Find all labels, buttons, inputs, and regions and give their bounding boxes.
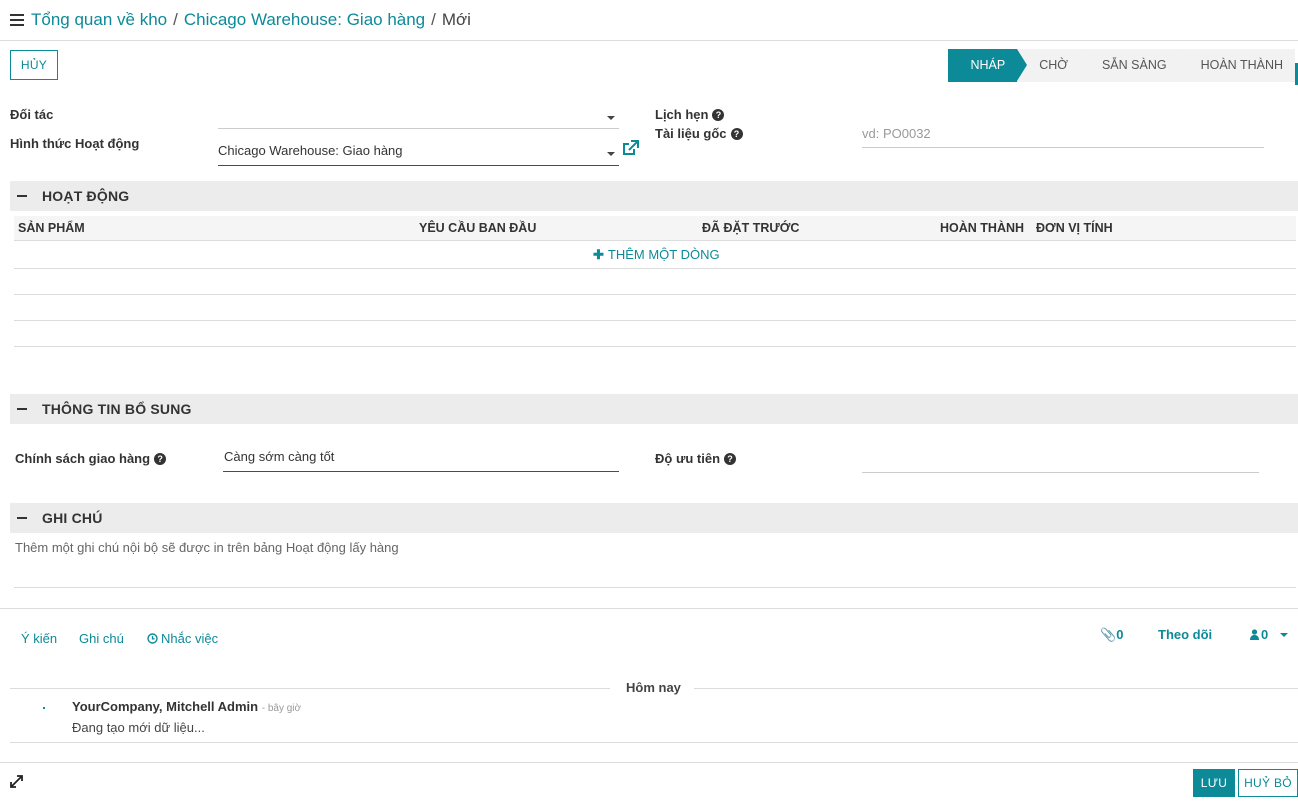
tab-log-note[interactable]: Ghi chú xyxy=(79,631,124,646)
column-reserved[interactable]: ĐÃ ĐẶT TRƯỚC xyxy=(702,216,799,241)
section-notes[interactable]: GHI CHÚ xyxy=(10,503,1298,533)
plus-icon: ✚ xyxy=(593,247,604,262)
table-row xyxy=(14,346,1296,347)
partner-label: Đối tác xyxy=(10,107,54,122)
date-divider-left xyxy=(10,688,610,689)
stage-done[interactable]: HOÀN THÀNH xyxy=(1178,49,1295,82)
column-uom[interactable]: ĐƠN VỊ TÍNH xyxy=(1036,216,1113,241)
message-header: YourCompany, Mitchell Admin - bây giờ xyxy=(72,699,301,714)
followers-button[interactable]: 0 xyxy=(1250,627,1288,642)
avatar[interactable] xyxy=(43,707,45,709)
cancel-transfer-button[interactable]: HỦY xyxy=(10,50,58,80)
partner-field[interactable] xyxy=(218,104,619,129)
save-button[interactable]: LƯU xyxy=(1193,769,1235,797)
source-document-placeholder: vd: PO0032 xyxy=(862,126,931,141)
table-row xyxy=(14,268,1296,269)
column-initial-demand[interactable]: YÊU CẦU BAN ĐẦU xyxy=(419,216,536,241)
section-additional-info[interactable]: THÔNG TIN BỔ SUNG xyxy=(10,394,1298,424)
section-operations-title: HOẠT ĐỘNG xyxy=(42,188,130,204)
external-link-icon[interactable] xyxy=(621,139,640,157)
chevron-down-icon[interactable] xyxy=(607,151,615,156)
source-document-input[interactable]: vd: PO0032 xyxy=(862,126,1264,148)
column-done[interactable]: HOÀN THÀNH xyxy=(940,216,1024,241)
paperclip-icon: 📎 xyxy=(1100,627,1117,642)
chevron-down-icon xyxy=(1279,633,1288,637)
breadcrumb-separator: / xyxy=(431,10,436,29)
priority-field[interactable] xyxy=(862,450,1259,473)
section-additional-info-title: THÔNG TIN BỔ SUNG xyxy=(42,401,192,417)
add-line-label: THÊM MỘT DÒNG xyxy=(607,247,720,262)
help-icon[interactable]: ? xyxy=(712,109,725,121)
tab-schedule-activity[interactable]: Nhắc việc xyxy=(147,631,218,646)
stage-draft[interactable]: NHÁP xyxy=(948,49,1027,82)
source-document-label-text: Tài liệu gốc xyxy=(655,126,727,141)
source-document-label: Tài liệu gốc? xyxy=(655,126,743,141)
header-divider xyxy=(0,40,1298,41)
attachments-button[interactable]: 📎0 xyxy=(1100,627,1123,643)
message-body: Đang tạo mới dữ liệu... xyxy=(72,720,205,735)
priority-label: Độ ưu tiên? xyxy=(655,451,737,466)
collapse-icon[interactable] xyxy=(17,195,27,197)
tab-schedule-activity-label: Nhắc việc xyxy=(161,631,219,646)
add-line-button[interactable]: ✚ THÊM MỘT DÒNG xyxy=(593,247,720,263)
section-operations[interactable]: HOẠT ĐỘNG xyxy=(10,181,1298,211)
breadcrumb-item-chicago-delivery[interactable]: Chicago Warehouse: Giao hàng xyxy=(184,10,425,30)
breadcrumb-item-inventory-overview[interactable]: Tổng quan về kho xyxy=(31,10,167,30)
priority-label-text: Độ ưu tiên xyxy=(655,451,721,466)
shipping-policy-value: Càng sớm càng tốt xyxy=(224,449,335,464)
scheduled-date-label: Lịch hẹn? xyxy=(655,107,725,122)
message-author[interactable]: YourCompany, Mitchell Admin xyxy=(72,699,258,714)
stage-ready[interactable]: SẴN SÀNG xyxy=(1079,49,1189,82)
notes-input[interactable]: Thêm một ghi chú nội bộ sẽ được in trên … xyxy=(15,540,399,555)
shipping-policy-select[interactable]: Càng sớm càng tốt xyxy=(223,449,619,472)
tab-send-message[interactable]: Ý kiến xyxy=(21,631,57,646)
follow-button[interactable]: Theo dõi xyxy=(1158,627,1212,642)
form-bottom-divider xyxy=(0,608,1298,609)
operation-type-value: Chicago Warehouse: Giao hàng xyxy=(218,143,403,158)
table-row xyxy=(14,294,1296,295)
status-bar: NHÁP CHỜ SẴN SÀNG HOÀN THÀNH xyxy=(948,49,1298,85)
user-icon xyxy=(1250,629,1259,640)
notes-divider xyxy=(14,587,1296,588)
date-separator: Hôm nay xyxy=(626,680,681,695)
operation-type-field[interactable]: Chicago Warehouse: Giao hàng xyxy=(218,138,619,166)
clock-icon xyxy=(147,633,158,644)
operations-table-header: SẢN PHẨM YÊU CẦU BAN ĐẦU ĐÃ ĐẶT TRƯỚC HO… xyxy=(14,216,1296,241)
menu-icon[interactable] xyxy=(10,14,24,26)
footer-divider xyxy=(0,762,1298,763)
scheduled-date-label-text: Lịch hẹn xyxy=(655,107,709,122)
collapse-icon[interactable] xyxy=(17,408,27,410)
followers-count: 0 xyxy=(1261,627,1269,642)
column-product[interactable]: SẢN PHẨM xyxy=(18,216,85,241)
message-divider xyxy=(10,742,1298,743)
table-row xyxy=(14,320,1296,321)
shipping-policy-label: Chính sách giao hàng? xyxy=(15,451,167,466)
expand-icon[interactable] xyxy=(9,774,24,789)
operation-type-label: Hình thức Hoạt động xyxy=(10,136,140,151)
attachments-count: 0 xyxy=(1116,627,1124,642)
help-icon[interactable]: ? xyxy=(730,128,743,140)
help-icon[interactable]: ? xyxy=(724,453,737,465)
date-divider-right xyxy=(694,688,1298,689)
help-icon[interactable]: ? xyxy=(154,453,167,465)
chevron-down-icon[interactable] xyxy=(607,116,615,120)
collapse-icon[interactable] xyxy=(17,517,27,519)
shipping-policy-label-text: Chính sách giao hàng xyxy=(15,451,151,466)
breadcrumb-separator: / xyxy=(173,10,178,29)
discard-button[interactable]: HUỶ BỎ xyxy=(1238,769,1298,797)
breadcrumb: Tổng quan về kho / Chicago Warehouse: Gi… xyxy=(10,8,471,32)
message-time: - bây giờ xyxy=(261,703,302,714)
section-notes-title: GHI CHÚ xyxy=(42,510,103,526)
breadcrumb-current: Mới xyxy=(441,10,471,29)
